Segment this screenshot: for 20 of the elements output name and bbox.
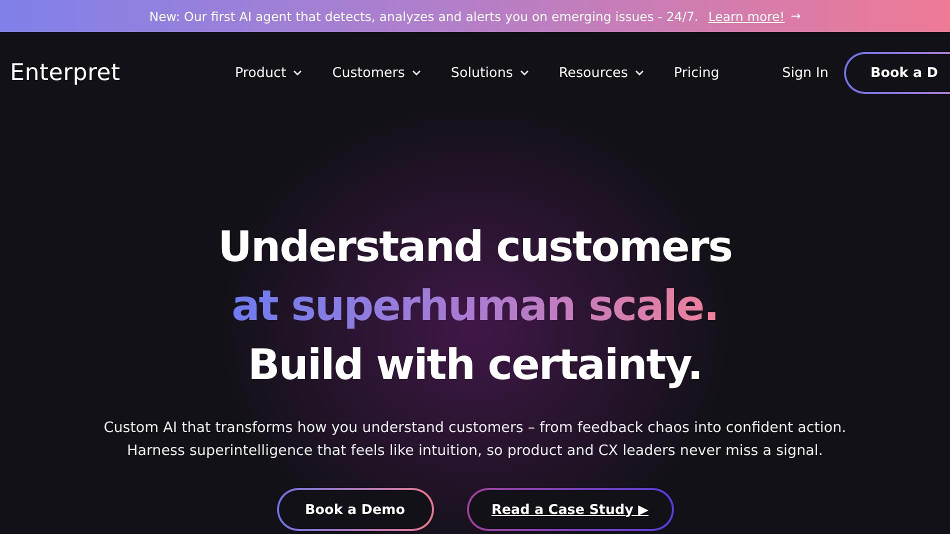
headline-line: Build with certainty. [248,339,702,391]
nav-item[interactable]: Resources [558,65,644,81]
chevron-down-icon [520,70,529,76]
chevron-down-icon [293,70,302,76]
nav-item[interactable]: Product [235,65,302,81]
chevron-down-icon [634,70,644,76]
hero-description: Harness superintelligence that feels like intuition, so product and CX leaders never miss a signal. [127,442,823,461]
sign-in-link[interactable]: Sign In [782,65,828,81]
book-demo-button[interactable]: Book a D [844,52,950,94]
arrow-icon: → [790,9,801,23]
headline-line: Understand customers [218,221,732,273]
nav-item[interactable]: Customers [332,65,421,81]
announcement-text: New: Our first AI agent that detects, analyzes and alerts you on emerging issues - 24/7. [149,8,698,24]
chevron-down-icon [412,70,421,76]
nav-item[interactable]: Solutions [450,65,529,81]
hero-description: Custom AI that transforms how you understand customers – from feedback chaos into confident action. [104,419,846,438]
logo[interactable]: Enterpret [10,60,220,86]
nav-item[interactable]: Pricing [674,65,720,81]
case-study-link[interactable]: Read a Case Study ▶ [466,488,674,531]
book-demo-button[interactable]: Book a Demo [276,488,434,531]
